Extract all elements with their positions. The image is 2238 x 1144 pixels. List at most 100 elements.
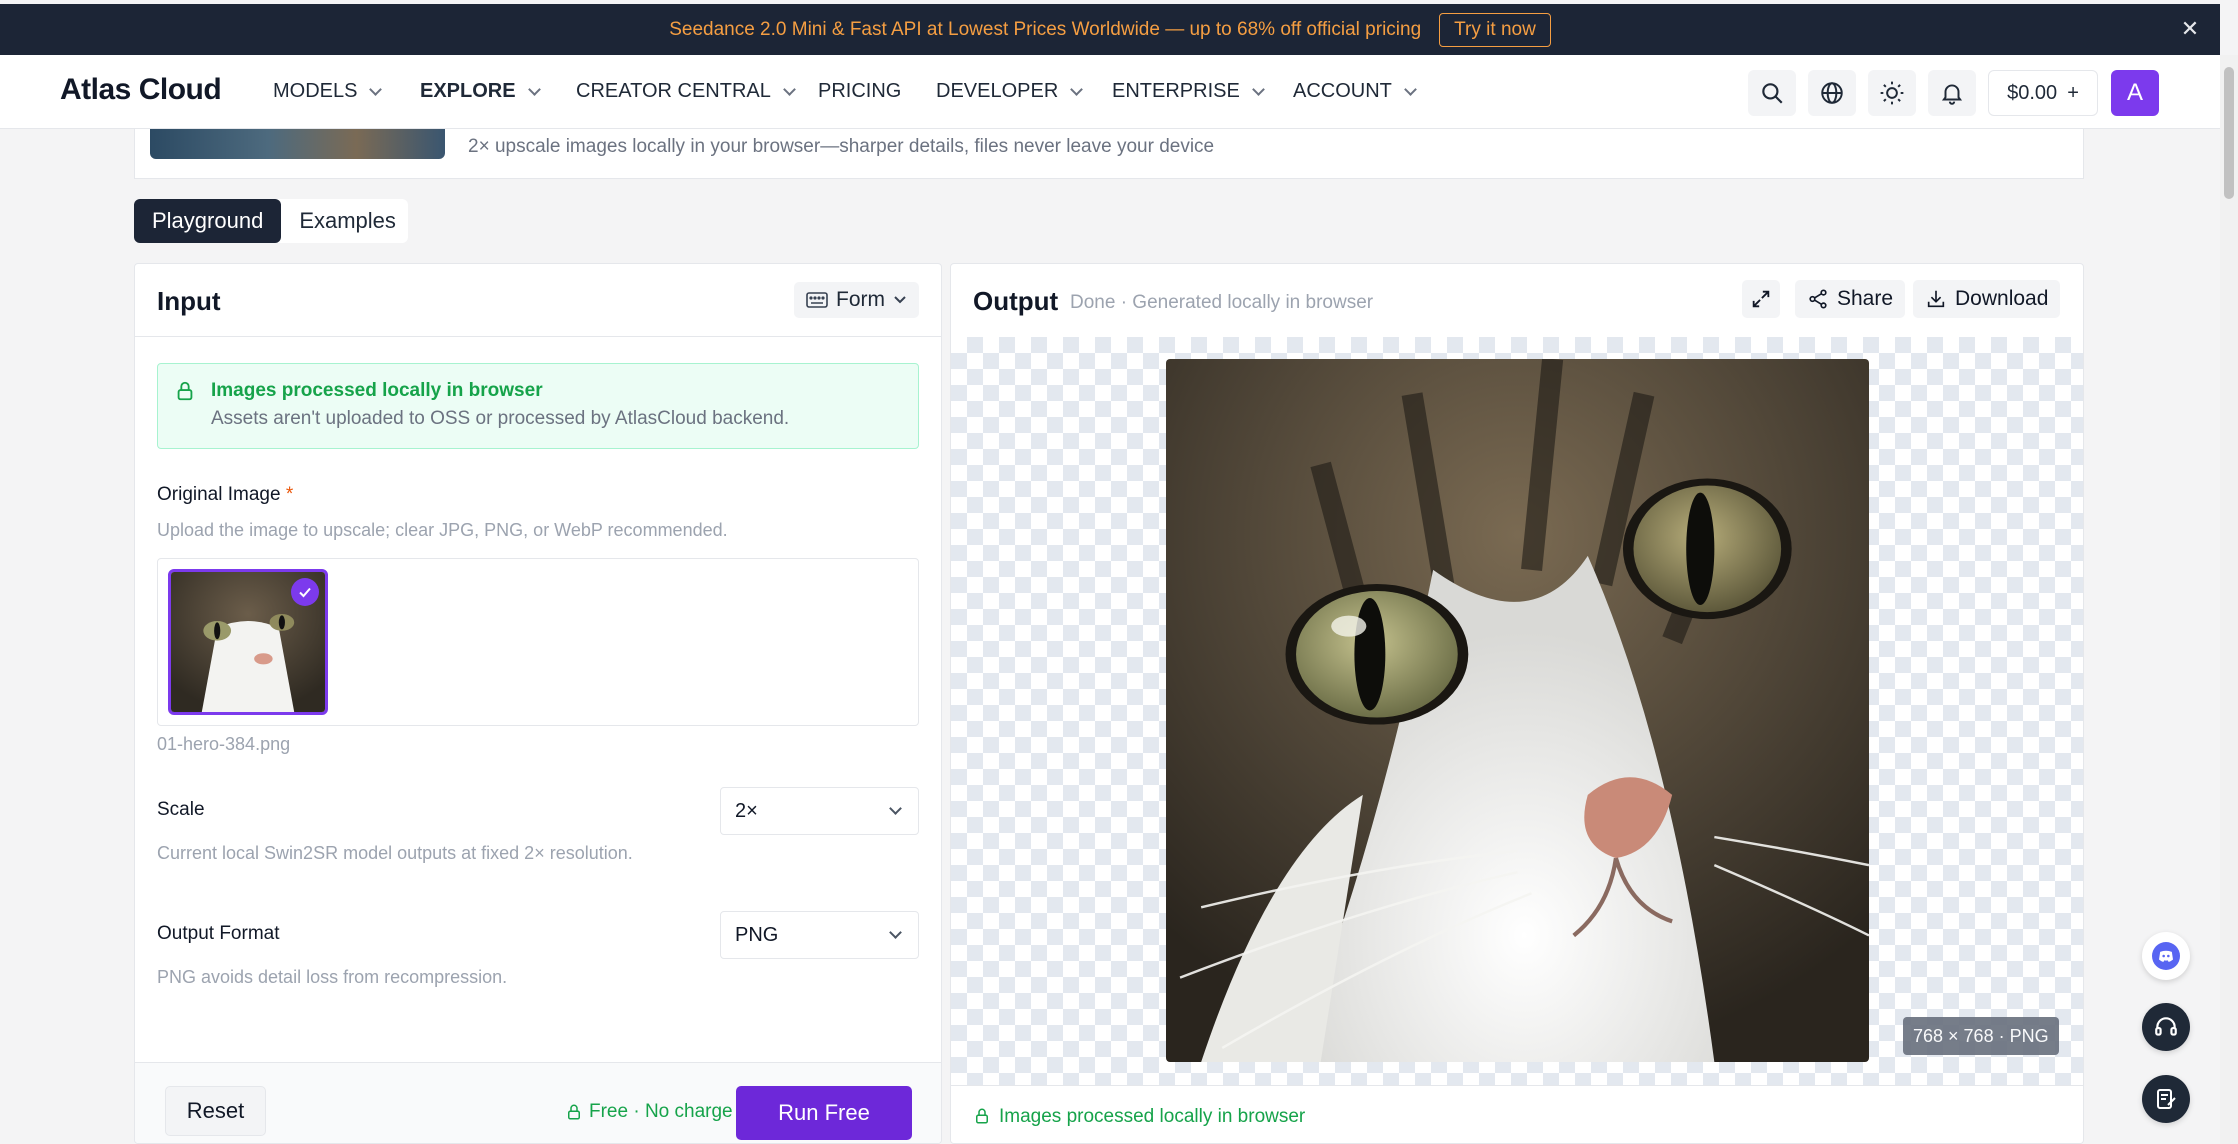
input-title: Input [157,286,221,316]
nav-item-explore[interactable]: EXPLORE [420,80,541,103]
scale-select[interactable]: 2× [720,787,919,835]
tab-examples[interactable]: Examples [281,199,414,243]
input-panel-footer: Reset Free · No charge Run Free [135,1062,941,1143]
chevron-down-icon [782,82,796,96]
fullscreen-button[interactable] [1742,280,1780,318]
nav-item-enterprise[interactable]: ENTERPRISE [1112,80,1265,103]
run-free-button[interactable]: Run Free [736,1086,912,1140]
share-icon [1809,289,1827,309]
uploaded-filename: 01-hero-384.png [157,734,291,754]
nav-label: CREATOR CENTRAL [576,80,771,102]
form-mode-dropdown[interactable]: Form [794,282,919,318]
nav-item-pricing[interactable]: PRICING [818,80,901,103]
mode-tabs: Playground Examples [134,199,408,243]
balance-button[interactable]: $0.00 + [1988,70,2098,116]
balance-amount: $0.00 [2007,81,2058,104]
nav-label: PRICING [818,80,902,102]
headset-icon [2155,1017,2177,1036]
theme-toggle-button[interactable] [1868,70,1916,116]
search-button[interactable] [1748,70,1796,116]
feedback-icon [2157,1089,2176,1109]
discord-icon [2152,942,2180,970]
page-scrollbar[interactable] [2220,55,2238,1144]
check-icon [299,587,311,598]
required-mark: * [285,484,294,505]
chevron-down-icon [1404,82,1417,96]
upscaled-cat-image [1166,359,1869,1062]
notice-title: Images processed locally in browser [211,380,543,401]
expand-icon [1752,290,1770,308]
nav-label: MODELS [273,80,358,102]
chevron-down-icon [889,926,902,939]
nav-label: DEVELOPER [936,80,1059,102]
sun-icon [1880,81,1904,105]
form-mode-label: Form [836,288,885,311]
nav-item-developer[interactable]: DEVELOPER [936,80,1084,103]
notifications-button[interactable] [1928,70,1976,116]
original-image-help: Upload the image to upscale; clear JPG, … [157,520,728,540]
local-processing-notice: Images processed locally in browser Asse… [157,363,919,449]
field-label-text: Original Image [157,484,281,505]
output-format-select[interactable]: PNG [720,911,919,959]
nav-item-models[interactable]: MODELS [273,80,383,103]
chevron-down-icon [369,82,383,96]
output-footer-note: Images processed locally in browser [999,1106,1306,1127]
output-format-label: Output Format [157,923,280,944]
original-image-label: Original Image * [157,484,293,506]
nav-label: ENTERPRISE [1112,80,1240,102]
feedback-button[interactable] [2142,1075,2190,1123]
selected-check-badge [291,578,319,606]
download-icon [1927,290,1945,308]
output-format-help: PNG avoids detail loss from recompressio… [157,967,508,987]
download-label: Download [1955,287,2049,310]
nav-item-creator-central[interactable]: CREATOR CENTRAL [576,80,796,103]
uploaded-image-thumbnail[interactable] [168,569,328,715]
lock-icon [976,1108,988,1124]
image-upload-area[interactable] [157,558,919,726]
chevron-down-icon [894,296,906,304]
scale-label: Scale [157,799,205,820]
search-icon [1762,83,1783,104]
plus-icon: + [2067,81,2079,104]
model-description: 2× upscale images locally in your browse… [468,136,1215,157]
close-icon[interactable]: ✕ [2178,18,2202,42]
input-panel: Input Form Images processed locally in b… [134,263,942,1144]
discord-button[interactable] [2142,932,2190,980]
tab-playground[interactable]: Playground [134,199,282,243]
reset-button[interactable]: Reset [165,1086,266,1136]
output-status: Done · Generated locally in browser [1070,292,1374,313]
nav-item-account[interactable]: ACCOUNT [1293,80,1417,103]
output-title: Output [973,286,1059,316]
try-it-now-button[interactable]: Try it now [1439,12,1551,47]
output-image[interactable] [1166,359,1869,1062]
chevron-down-icon [527,82,541,96]
scale-value: 2× [735,799,758,822]
nav-label: EXPLORE [420,80,516,102]
announcement-bar: Seedance 2.0 Mini & Fast API at Lowest P… [0,4,2220,55]
scale-help: Current local Swin2SR model outputs at f… [157,843,633,863]
lock-icon [568,1104,580,1120]
download-button[interactable]: Download [1913,280,2061,318]
support-button[interactable] [2142,1003,2190,1051]
output-panel: Output Done · Generated locally in brows… [950,263,2084,1144]
globe-icon [1821,82,1843,104]
keyboard-icon [806,292,828,308]
output-panel-header: Output Done · Generated locally in brows… [951,264,2083,337]
notice-subtitle: Assets aren't uploaded to OSS or process… [211,408,790,429]
chevron-down-icon [1251,82,1265,96]
logo[interactable]: Atlas Cloud [60,73,222,107]
free-note: Free · No charge [565,1101,733,1123]
image-dimensions-badge: 768 × 768 · PNG [1903,1017,2059,1055]
output-panel-footer: Images processed locally in browser [951,1085,2083,1143]
nav-label: ACCOUNT [1293,80,1392,102]
share-button[interactable]: Share [1795,280,1906,318]
language-button[interactable] [1808,70,1856,116]
output-format-value: PNG [735,923,779,946]
scrollbar-thumb[interactable] [2224,67,2234,199]
free-note-text: Free · No charge [589,1101,733,1122]
chevron-down-icon [1070,82,1084,96]
chevron-down-icon [889,802,902,815]
model-cover-image [150,129,445,159]
avatar[interactable]: A [2111,70,2159,116]
output-canvas: 768 × 768 · PNG [951,337,2083,1085]
